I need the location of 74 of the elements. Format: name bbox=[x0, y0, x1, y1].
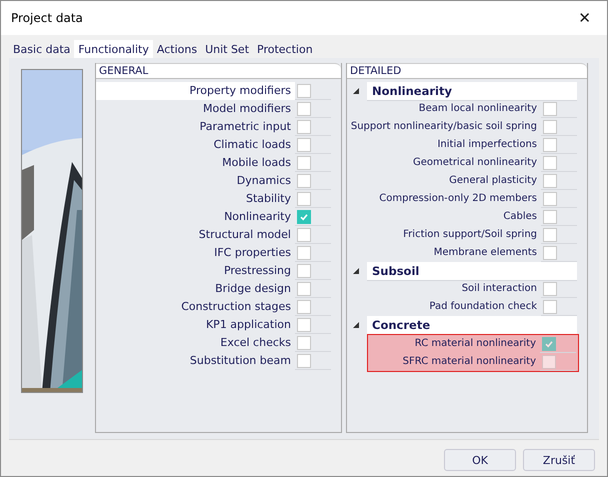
option-label[interactable]: General plasticity bbox=[449, 172, 541, 190]
checkbox[interactable] bbox=[297, 318, 311, 332]
option-label[interactable]: Nonlinearity bbox=[216, 208, 295, 226]
checkbox[interactable] bbox=[543, 120, 557, 134]
checkbox[interactable] bbox=[297, 300, 311, 314]
group-header: Nonlinearity bbox=[367, 82, 577, 100]
option-label[interactable]: Pad foundation check bbox=[429, 298, 541, 316]
panel-header: GENERAL bbox=[96, 63, 341, 79]
checkbox[interactable] bbox=[297, 174, 311, 188]
option-label[interactable]: Substitution beam bbox=[182, 352, 295, 370]
tab[interactable]: Actions bbox=[152, 40, 202, 58]
expander-icon[interactable] bbox=[353, 322, 359, 328]
checkmark-icon bbox=[299, 212, 309, 222]
option-label[interactable]: KP1 application bbox=[198, 316, 295, 334]
checkbox[interactable] bbox=[297, 138, 311, 152]
tab[interactable]: Basic data bbox=[9, 40, 74, 58]
option-label[interactable]: Stability bbox=[238, 190, 295, 208]
tab[interactable]: Unit Set bbox=[201, 40, 254, 58]
checkbox[interactable] bbox=[297, 246, 311, 260]
option-label[interactable]: Geometrical nonlinearity bbox=[412, 154, 541, 172]
option-label[interactable]: Dynamics bbox=[228, 172, 295, 190]
option-label[interactable]: Parametric input bbox=[192, 118, 295, 136]
checkbox[interactable] bbox=[297, 84, 311, 98]
option-label[interactable]: Friction support/Soil spring bbox=[403, 226, 541, 244]
option-label[interactable]: Excel checks bbox=[212, 334, 295, 352]
option-label[interactable]: Soil interaction bbox=[462, 280, 541, 298]
option-label[interactable]: Bridge design bbox=[207, 280, 295, 298]
tab[interactable]: Functionality bbox=[74, 40, 153, 58]
option-label[interactable]: Mobile loads bbox=[214, 154, 295, 172]
expander-icon[interactable] bbox=[353, 268, 359, 274]
option-label[interactable]: Cables bbox=[503, 208, 541, 226]
option-label[interactable]: Prestressing bbox=[216, 262, 295, 280]
checkbox[interactable] bbox=[297, 336, 311, 350]
expander-icon[interactable] bbox=[353, 88, 359, 94]
checkbox[interactable] bbox=[543, 192, 557, 206]
option-label[interactable]: Climatic loads bbox=[206, 136, 295, 154]
checkbox[interactable] bbox=[297, 228, 311, 242]
tab[interactable]: Protection bbox=[253, 40, 317, 58]
checkbox[interactable] bbox=[543, 156, 557, 170]
option-label[interactable]: Beam local nonlinearity bbox=[418, 100, 541, 118]
checkbox[interactable] bbox=[543, 174, 557, 188]
checkbox[interactable] bbox=[297, 120, 311, 134]
option-label[interactable]: Compression-only 2D members bbox=[379, 190, 541, 208]
close-button[interactable]: ✕ bbox=[572, 7, 597, 29]
checkbox[interactable] bbox=[297, 282, 311, 296]
option-label[interactable]: IFC properties bbox=[206, 244, 295, 262]
checkmark-icon bbox=[544, 338, 554, 348]
dialog-button[interactable]: OK bbox=[444, 449, 516, 471]
option-label[interactable]: Support nonlinearity/basic soil spring bbox=[350, 118, 541, 136]
checkbox[interactable] bbox=[543, 210, 557, 224]
checkbox[interactable] bbox=[543, 300, 557, 314]
checkbox[interactable] bbox=[297, 156, 311, 170]
option-label[interactable]: Property modifiers bbox=[96, 82, 295, 100]
checkbox[interactable] bbox=[297, 354, 311, 368]
checkbox[interactable] bbox=[297, 264, 311, 278]
option-label[interactable]: Initial imperfections bbox=[437, 136, 541, 154]
window-title: Project data bbox=[11, 11, 83, 25]
checkbox[interactable] bbox=[543, 282, 557, 296]
checkbox[interactable] bbox=[543, 102, 557, 116]
checkbox[interactable] bbox=[543, 228, 557, 242]
panel-header: DETAILED bbox=[347, 63, 587, 79]
dialog-button[interactable]: Zrušiť bbox=[523, 449, 595, 471]
checkbox[interactable] bbox=[297, 192, 311, 206]
option-label[interactable]: Model modifiers bbox=[195, 100, 295, 118]
checkbox[interactable] bbox=[543, 138, 557, 152]
group-header: Subsoil bbox=[367, 262, 577, 280]
option-label[interactable]: Membrane elements bbox=[434, 244, 541, 262]
checkbox[interactable] bbox=[543, 246, 557, 260]
checkbox[interactable] bbox=[297, 210, 311, 224]
group-header: Concrete bbox=[367, 316, 577, 334]
option-label[interactable]: Structural model bbox=[190, 226, 295, 244]
checkbox[interactable] bbox=[542, 336, 556, 350]
checkbox[interactable] bbox=[297, 102, 311, 116]
option-label[interactable]: Construction stages bbox=[173, 298, 295, 316]
